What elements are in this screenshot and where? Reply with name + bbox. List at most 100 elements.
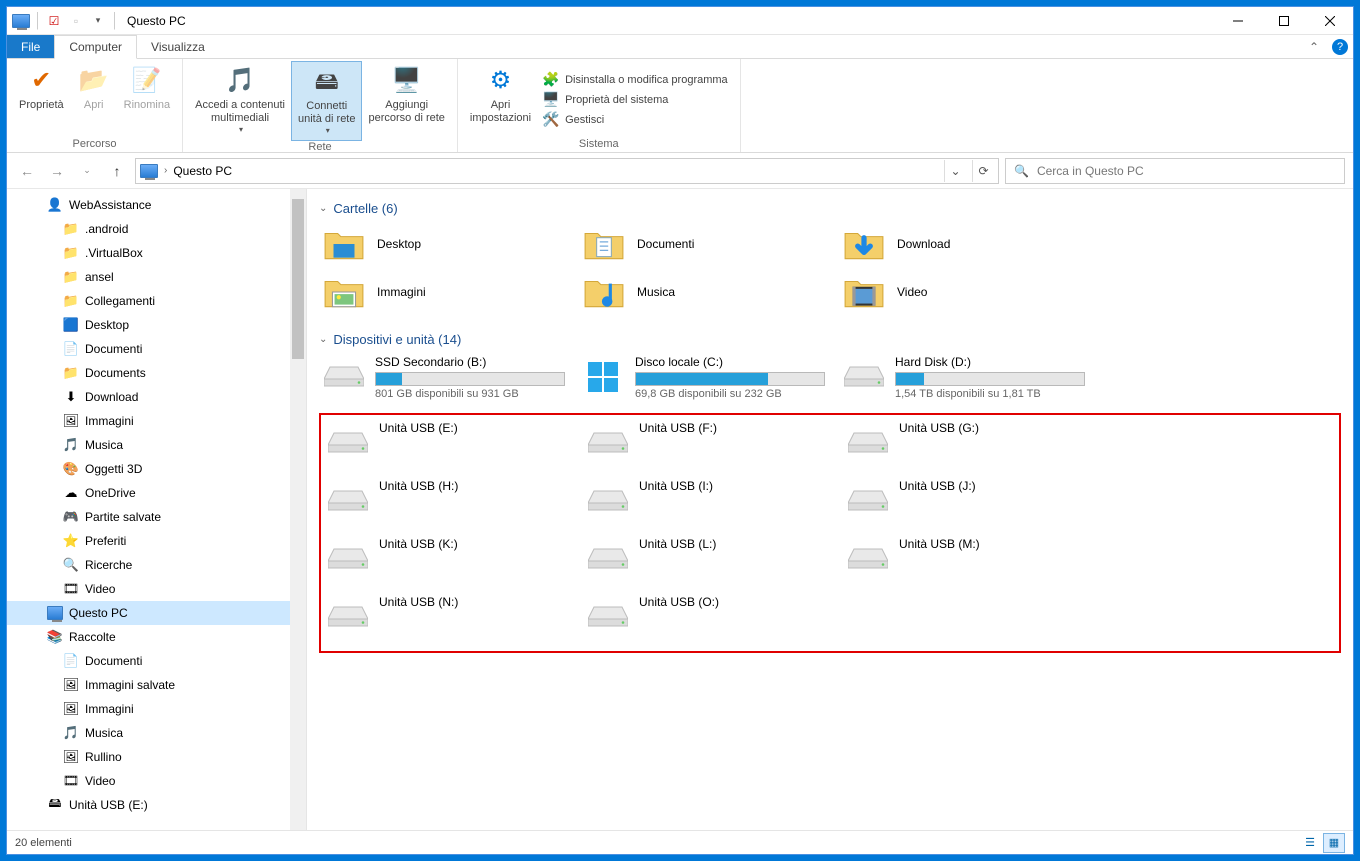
nav-item-musica[interactable]: 🎵Musica (7, 721, 306, 745)
nav-label: Immagini (85, 702, 134, 716)
maximize-button[interactable] (1261, 7, 1307, 35)
ribbon-media-button[interactable]: 🎵 Accedi a contenuti multimediali▾ (189, 61, 291, 141)
nav-icon: 🔍 (63, 557, 79, 573)
nav-icon: 🟦 (63, 317, 79, 333)
system-icon: 🖥️ (543, 92, 559, 108)
drive-name: Unità USB (E:) (379, 421, 569, 435)
nav-forward-button[interactable]: → (45, 159, 69, 183)
nav-item-immagini-salvate[interactable]: 🖼Immagini salvate (7, 673, 306, 697)
view-details-button[interactable]: ☰ (1299, 833, 1321, 853)
minimize-button[interactable] (1215, 7, 1261, 35)
nav-recent-button[interactable]: ⌄ (75, 159, 99, 183)
qat-newfolder-icon[interactable]: ▫ (66, 11, 86, 31)
folder-documenti[interactable]: Documenti (579, 222, 829, 266)
drive-hard-disk-d-[interactable]: Hard Disk (D:)1,54 TB disponibili su 1,8… (839, 353, 1089, 407)
refresh-button[interactable]: ⟳ (972, 160, 994, 182)
tab-view[interactable]: Visualizza (137, 35, 219, 58)
nav-item-collegamenti[interactable]: 📁 Collegamenti (7, 289, 306, 313)
drive-unit-usb-k-[interactable]: Unità USB (K:) (323, 535, 573, 589)
ribbon-rename-button[interactable]: 📝 Rinomina (118, 61, 176, 138)
drive-ssd-secondario-b-[interactable]: SSD Secondario (B:)801 GB disponibili su… (319, 353, 569, 407)
section-drives-header[interactable]: ⌄ Dispositivi e unità (14) (319, 328, 1341, 353)
ribbon-mapdrive-button[interactable]: 🖴 Connetti unità di rete▾ (291, 61, 362, 141)
folder-video[interactable]: Video (839, 270, 1089, 314)
nav-item--android[interactable]: 📁.android (7, 217, 306, 241)
view-tiles-button[interactable]: ▦ (1323, 833, 1345, 853)
nav-back-button[interactable]: ← (15, 159, 39, 183)
nav-item-documents[interactable]: 📁Documents (7, 361, 306, 385)
nav-item-preferiti[interactable]: ⭐Preferiti (7, 529, 306, 553)
tab-computer[interactable]: Computer (54, 35, 137, 59)
address-bar[interactable]: › Questo PC ⌄ ⟳ (135, 158, 999, 184)
nav-item-download[interactable]: ⬇Download (7, 385, 306, 409)
nav-item-video[interactable]: 🎞Video (7, 577, 306, 601)
drive-name: Hard Disk (D:) (895, 355, 1085, 369)
uninstall-icon: 🧩 (543, 72, 559, 88)
drive-name: SSD Secondario (B:) (375, 355, 565, 369)
search-input[interactable]: 🔍 Cerca in Questo PC (1005, 158, 1345, 184)
qat-properties-icon[interactable]: ☑ (44, 11, 64, 31)
ribbon-collapse-button[interactable]: ⌃ (1301, 35, 1327, 58)
ribbon-rename-label: Rinomina (124, 99, 170, 112)
nav-item-musica[interactable]: 🎵Musica (7, 433, 306, 457)
nav-item-documenti[interactable]: 📄Documenti (7, 337, 306, 361)
checkmark-icon: ✔ (25, 65, 57, 97)
nav-item-video[interactable]: 🎞Video (7, 769, 306, 793)
section-folders-header[interactable]: ⌄ Cartelle (6) (319, 197, 1341, 222)
tab-file[interactable]: File (7, 35, 54, 58)
nav-item-partite-salvate[interactable]: 🎮Partite salvate (7, 505, 306, 529)
drive-disco-locale-c-[interactable]: Disco locale (C:)69,8 GB disponibili su … (579, 353, 829, 407)
nav-label: Collegamenti (85, 294, 155, 308)
nav-item--virtualbox[interactable]: 📁.VirtualBox (7, 241, 306, 265)
drive-unit-usb-n-[interactable]: Unità USB (N:) (323, 593, 573, 647)
ribbon-properties-button[interactable]: ✔ Proprietà (13, 61, 70, 138)
nav-icon: 🎮 (63, 509, 79, 525)
nav-item-ansel[interactable]: 📁ansel (7, 265, 306, 289)
drive-unit-usb-j-[interactable]: Unità USB (J:) (843, 477, 1093, 531)
drive-icon (843, 355, 885, 397)
nav-item-onedrive[interactable]: ☁OneDrive (7, 481, 306, 505)
nav-up-button[interactable]: ↑ (105, 159, 129, 183)
folder-immagini[interactable]: Immagini (319, 270, 569, 314)
nav-item-oggetti-3d[interactable]: 🎨Oggetti 3D (7, 457, 306, 481)
ribbon-addlocation-button[interactable]: 🖥️ Aggiungi percorso di rete (362, 61, 450, 141)
nav-item-documenti[interactable]: 📄Documenti (7, 649, 306, 673)
nav-icon: ⭐ (63, 533, 79, 549)
folder-label: Video (897, 285, 927, 299)
nav-item-ricerche[interactable]: 🔍Ricerche (7, 553, 306, 577)
nav-user[interactable]: 👤WebAssistance (7, 193, 306, 217)
rename-icon: 📝 (131, 65, 163, 97)
address-dropdown-button[interactable]: ⌄ (944, 160, 966, 182)
drive-unit-usb-h-[interactable]: Unità USB (H:) (323, 477, 573, 531)
ribbon-sysprops-button[interactable]: 🖥️ Proprietà del sistema (543, 92, 728, 108)
ribbon-uninstall-button[interactable]: 🧩 Disinstalla o modifica programma (543, 72, 728, 88)
close-button[interactable] (1307, 7, 1353, 35)
folder-download[interactable]: Download (839, 222, 1089, 266)
drive-unit-usb-l-[interactable]: Unità USB (L:) (583, 535, 833, 589)
nav-icon: 📄 (63, 653, 79, 669)
nav-item-rullino[interactable]: 🖼Rullino (7, 745, 306, 769)
drive-unit-usb-m-[interactable]: Unità USB (M:) (843, 535, 1093, 589)
help-button[interactable]: ? (1327, 35, 1353, 58)
ribbon-manage-button[interactable]: 🛠️ Gestisci (543, 112, 728, 128)
nav-item-immagini[interactable]: 🖼Immagini (7, 697, 306, 721)
nav-item-desktop[interactable]: 🟦Desktop (7, 313, 306, 337)
ribbon-settings-button[interactable]: ⚙ Apri impostazioni (464, 61, 537, 138)
nav-thispc[interactable]: Questo PC (7, 601, 306, 625)
ribbon-open-button[interactable]: 📂 Apri (70, 61, 118, 138)
folder-musica[interactable]: Musica (579, 270, 829, 314)
nav-item-immagini[interactable]: 🖼Immagini (7, 409, 306, 433)
qat-dropdown-icon[interactable]: ▾ (88, 11, 108, 31)
folder-desktop[interactable]: Desktop (319, 222, 569, 266)
navigation-pane[interactable]: 👤WebAssistance📁.android📁.VirtualBox📁anse… (7, 189, 307, 830)
drive-unit-usb-f-[interactable]: Unità USB (F:) (583, 419, 833, 473)
nav-usb-e[interactable]: 🖴Unità USB (E:) (7, 793, 306, 817)
system-menu-icon[interactable] (11, 11, 31, 31)
drive-unit-usb-o-[interactable]: Unità USB (O:) (583, 593, 833, 647)
breadcrumb[interactable]: Questo PC (173, 164, 232, 178)
drive-unit-usb-g-[interactable]: Unità USB (G:) (843, 419, 1093, 473)
drive-unit-usb-e-[interactable]: Unità USB (E:) (323, 419, 573, 473)
nav-raccolte[interactable]: 📚Raccolte (7, 625, 306, 649)
drive-unit-usb-i-[interactable]: Unità USB (I:) (583, 477, 833, 531)
nav-icon: 📁 (63, 293, 79, 309)
